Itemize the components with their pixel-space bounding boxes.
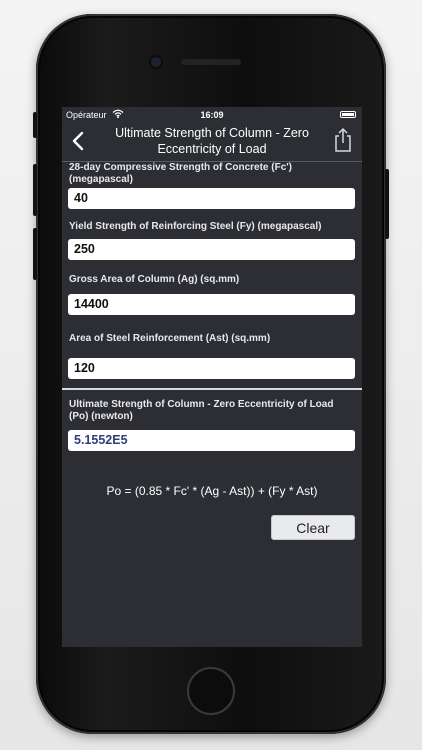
- mute-switch: [33, 112, 37, 138]
- status-bar: Opérateur 16:09: [62, 107, 362, 123]
- front-camera: [151, 57, 161, 67]
- back-chevron-icon[interactable]: [68, 129, 90, 153]
- earpiece-speaker: [181, 59, 241, 65]
- share-icon[interactable]: [332, 127, 354, 153]
- ag-input[interactable]: 14400: [68, 294, 355, 315]
- fc-label: 28-day Compressive Strength of Concrete …: [69, 162, 292, 185]
- po-label: Ultimate Strength of Column - Zero Eccen…: [69, 399, 334, 422]
- volume-up-button: [33, 164, 37, 216]
- fy-label: Yield Strength of Reinforcing Steel (Fy)…: [69, 221, 322, 232]
- ag-label: Gross Area of Column (Ag) (sq.mm): [69, 274, 240, 285]
- po-result-field[interactable]: 5.1552E5: [68, 430, 355, 451]
- ast-input[interactable]: 120: [68, 358, 355, 379]
- formula-text: Po = (0.85 * Fc' * (Ag - Ast)) + (Fy * A…: [106, 484, 318, 498]
- status-time: 16:09: [200, 110, 224, 120]
- navigation-bar: Ultimate Strength of Column - Zero Eccen…: [62, 123, 362, 161]
- page-title: Ultimate Strength of Column - Zero Eccen…: [115, 126, 309, 156]
- fc-input[interactable]: 40: [68, 188, 355, 209]
- power-button: [385, 169, 389, 239]
- home-button[interactable]: [187, 667, 235, 715]
- clear-button[interactable]: Clear: [271, 515, 355, 540]
- fy-input[interactable]: 250: [68, 239, 355, 260]
- battery-icon: [340, 111, 356, 118]
- ast-label: Area of Steel Reinforcement (Ast) (sq.mm…: [69, 333, 271, 344]
- volume-down-button: [33, 228, 37, 280]
- app-screen: Opérateur 16:09 Ultimate Strength of Col…: [62, 107, 362, 647]
- section-divider: [62, 388, 362, 390]
